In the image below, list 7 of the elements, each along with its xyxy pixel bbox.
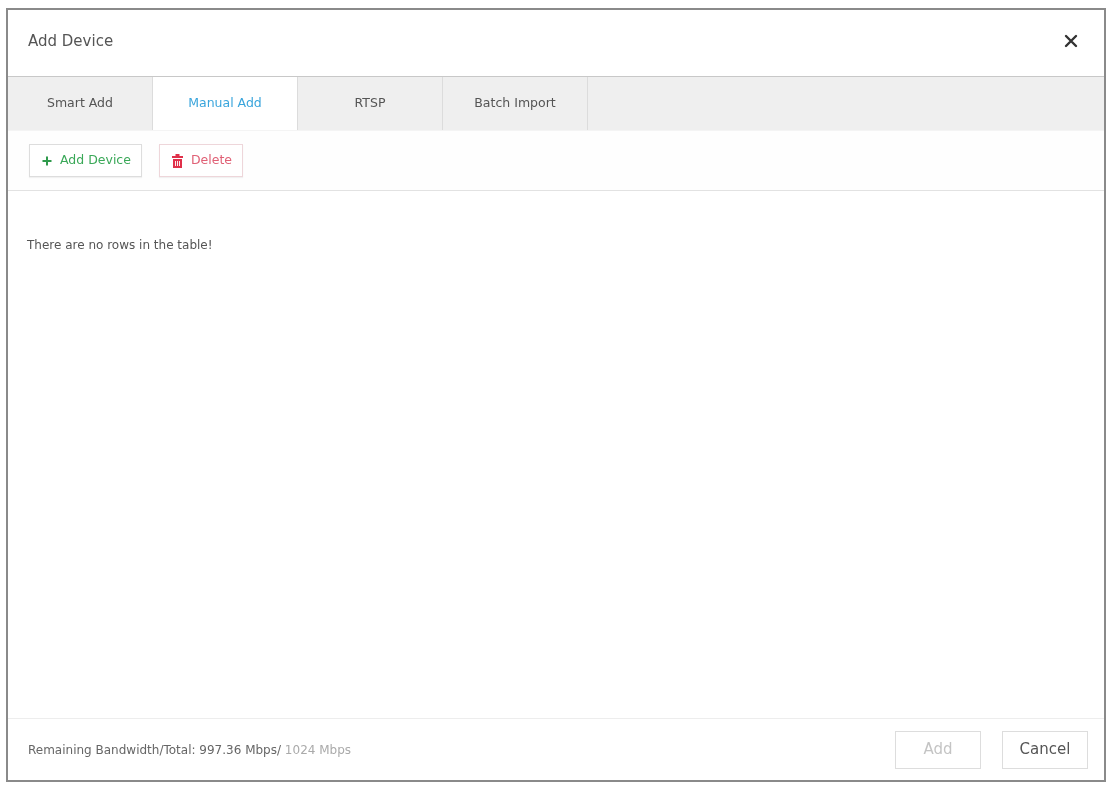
empty-table-message: There are no rows in the table! xyxy=(27,238,213,252)
delete-button[interactable]: Delete xyxy=(158,144,243,177)
plus-icon xyxy=(42,155,52,166)
dialog-title: Add Device xyxy=(28,30,114,52)
trash-icon xyxy=(171,153,183,168)
bandwidth-text: Remaining Bandwidth/Total: 997.36 Mbps/ 1024 Mbps xyxy=(28,741,352,759)
footer-button[interactable]: Cancel xyxy=(1002,730,1088,769)
